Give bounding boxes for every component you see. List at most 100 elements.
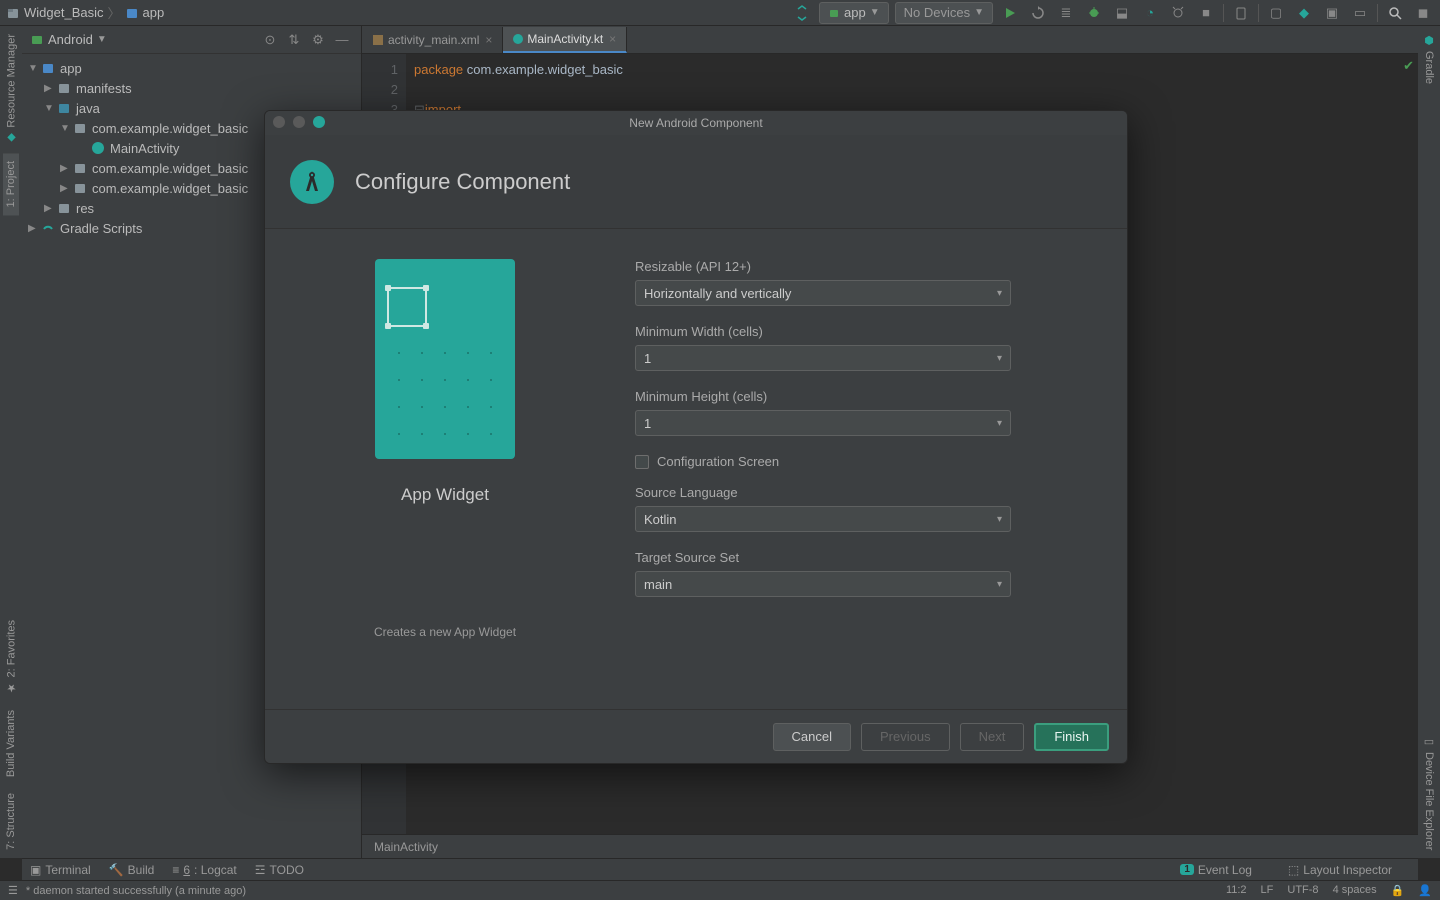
breadcrumb: Widget_Basic 〉 app	[6, 3, 164, 22]
encoding[interactable]: UTF-8	[1287, 884, 1318, 897]
apply-changes-icon[interactable]	[1027, 2, 1049, 24]
project-view-selector[interactable]: Android ▼	[30, 32, 107, 47]
tab-gradle[interactable]: ⬢Gradle	[1421, 26, 1438, 92]
tab-device-file-explorer[interactable]: ▭Device File Explorer	[1421, 727, 1438, 858]
min-height-label: Minimum Height (cells)	[635, 389, 1097, 404]
xml-icon	[372, 34, 384, 46]
breadcrumb-module[interactable]: app	[125, 5, 165, 20]
preview-column: App Widget Creates a new App Widget	[295, 259, 595, 679]
dialog-title: Configure Component	[355, 169, 570, 195]
dialog-footer: Cancel Previous Next Finish	[265, 709, 1127, 763]
statusbar: ☰ * daemon started successfully (a minut…	[0, 880, 1440, 900]
logcat-icon: ≡	[172, 863, 179, 877]
layout-editor-icon[interactable]: ▣	[1321, 2, 1343, 24]
tab-logcat[interactable]: ≡6: Logcat	[172, 863, 236, 877]
breadcrumb-project[interactable]: Widget_Basic	[6, 5, 103, 20]
search-icon[interactable]	[1384, 2, 1406, 24]
run-config-label: app	[844, 5, 866, 20]
emulator-icon[interactable]: ▭	[1349, 2, 1371, 24]
coverage-icon[interactable]: ⬓	[1111, 2, 1133, 24]
inspection-ok-icon[interactable]: ✔	[1403, 58, 1414, 74]
tab-terminal[interactable]: ▣Terminal	[30, 863, 91, 877]
tab-layout-inspector[interactable]: ⬚Layout Inspector	[1288, 863, 1392, 877]
line-ending[interactable]: LF	[1261, 884, 1274, 897]
previous-button[interactable]: Previous	[861, 723, 950, 751]
debug-icon[interactable]	[1083, 2, 1105, 24]
tab-project[interactable]: 1: Project	[3, 153, 19, 215]
hammer-icon: 🔨	[109, 863, 124, 877]
resizable-label: Resizable (API 12+)	[635, 259, 1097, 274]
devices-selector[interactable]: No Devices ▼	[895, 2, 993, 24]
window-controls	[273, 116, 325, 128]
kotlin-icon	[513, 34, 523, 44]
zoom-icon[interactable]	[313, 116, 325, 128]
avd-icon[interactable]	[1230, 2, 1252, 24]
breadcrumb-separator: 〉	[107, 3, 120, 22]
breadcrumb-project-label: Widget_Basic	[24, 5, 103, 20]
tree-app[interactable]: ▼app	[22, 58, 361, 78]
close-icon[interactable]: ×	[485, 33, 492, 47]
attach-debug-icon[interactable]	[1167, 2, 1189, 24]
android-icon	[828, 7, 840, 19]
android-icon	[30, 33, 44, 47]
widget-outline-icon	[387, 287, 427, 327]
panel-icon[interactable]: ◼	[1412, 2, 1434, 24]
resizable-select[interactable]: Horizontally and vertically▾	[635, 280, 1011, 306]
finish-button[interactable]: Finish	[1034, 723, 1109, 751]
stop-icon[interactable]: ■	[1195, 2, 1217, 24]
profiler-icon[interactable]: ◔	[1139, 2, 1161, 24]
chevron-down-icon: ▼	[870, 7, 880, 18]
todo-icon: ☲	[255, 863, 266, 877]
apply-code-icon[interactable]: ≣	[1055, 2, 1077, 24]
devices-label: No Devices	[904, 5, 970, 20]
next-button[interactable]: Next	[960, 723, 1025, 751]
chevron-down-icon: ▼	[97, 34, 107, 45]
cursor-position[interactable]: 11:2	[1226, 884, 1247, 897]
tab-main-activity[interactable]: MainActivity.kt ×	[503, 27, 627, 53]
hide-icon[interactable]: —	[331, 29, 353, 51]
dialog-header: Configure Component	[265, 135, 1127, 229]
notification-badge: 1	[1180, 864, 1194, 875]
language-select[interactable]: Kotlin▾	[635, 506, 1011, 532]
gear-icon[interactable]: ⚙	[307, 29, 329, 51]
config-screen-checkbox[interactable]: Configuration Screen	[635, 454, 1097, 469]
tab-favorites[interactable]: ★2: Favorites	[3, 612, 20, 702]
tab-activity-main[interactable]: activity_main.xml ×	[362, 27, 503, 53]
close-icon[interactable]: ×	[609, 32, 616, 46]
chevron-down-icon: ▾	[997, 353, 1002, 364]
separator	[1223, 4, 1224, 22]
module-icon	[125, 6, 139, 20]
chevron-down-icon: ▼	[974, 7, 984, 18]
chevron-down-icon: ▾	[997, 288, 1002, 299]
lock-icon[interactable]: 🔒	[1391, 884, 1405, 897]
target-select[interactable]: main▾	[635, 571, 1011, 597]
tree-manifests[interactable]: ▶manifests	[22, 78, 361, 98]
inspection-icon[interactable]: 👤	[1418, 884, 1432, 897]
run-config-selector[interactable]: app ▼	[819, 2, 889, 24]
right-tool-strip: ⬢Gradle ▭Device File Explorer	[1418, 26, 1440, 858]
resource-icon[interactable]: ◆	[1293, 2, 1315, 24]
project-icon	[6, 6, 20, 20]
tab-build-variants[interactable]: Build Variants	[3, 702, 19, 785]
min-width-select[interactable]: 1▾	[635, 345, 1011, 371]
sdk-icon[interactable]: ▢	[1265, 2, 1287, 24]
minimize-icon[interactable]	[293, 116, 305, 128]
expand-icon[interactable]: ⇅	[283, 29, 305, 51]
separator	[1377, 4, 1378, 22]
dialog-titlebar[interactable]: New Android Component	[265, 111, 1127, 135]
chevron-down-icon: ▾	[997, 579, 1002, 590]
status-icon[interactable]: ☰	[8, 884, 18, 897]
tab-structure[interactable]: 7: Structure	[3, 785, 19, 858]
select-opened-icon[interactable]: ⊙	[259, 29, 281, 51]
tab-resource-manager[interactable]: ◆Resource Manager	[3, 26, 20, 153]
tab-event-log[interactable]: 1Event Log	[1180, 863, 1252, 877]
run-button[interactable]	[999, 2, 1021, 24]
cancel-button[interactable]: Cancel	[773, 723, 851, 751]
indent[interactable]: 4 spaces	[1333, 884, 1377, 897]
close-icon[interactable]	[273, 116, 285, 128]
tab-todo[interactable]: ☲TODO	[255, 863, 304, 877]
tab-build[interactable]: 🔨Build	[109, 863, 155, 877]
min-height-select[interactable]: 1▾	[635, 410, 1011, 436]
sync-icon[interactable]	[791, 2, 813, 24]
project-view-label: Android	[48, 32, 93, 47]
